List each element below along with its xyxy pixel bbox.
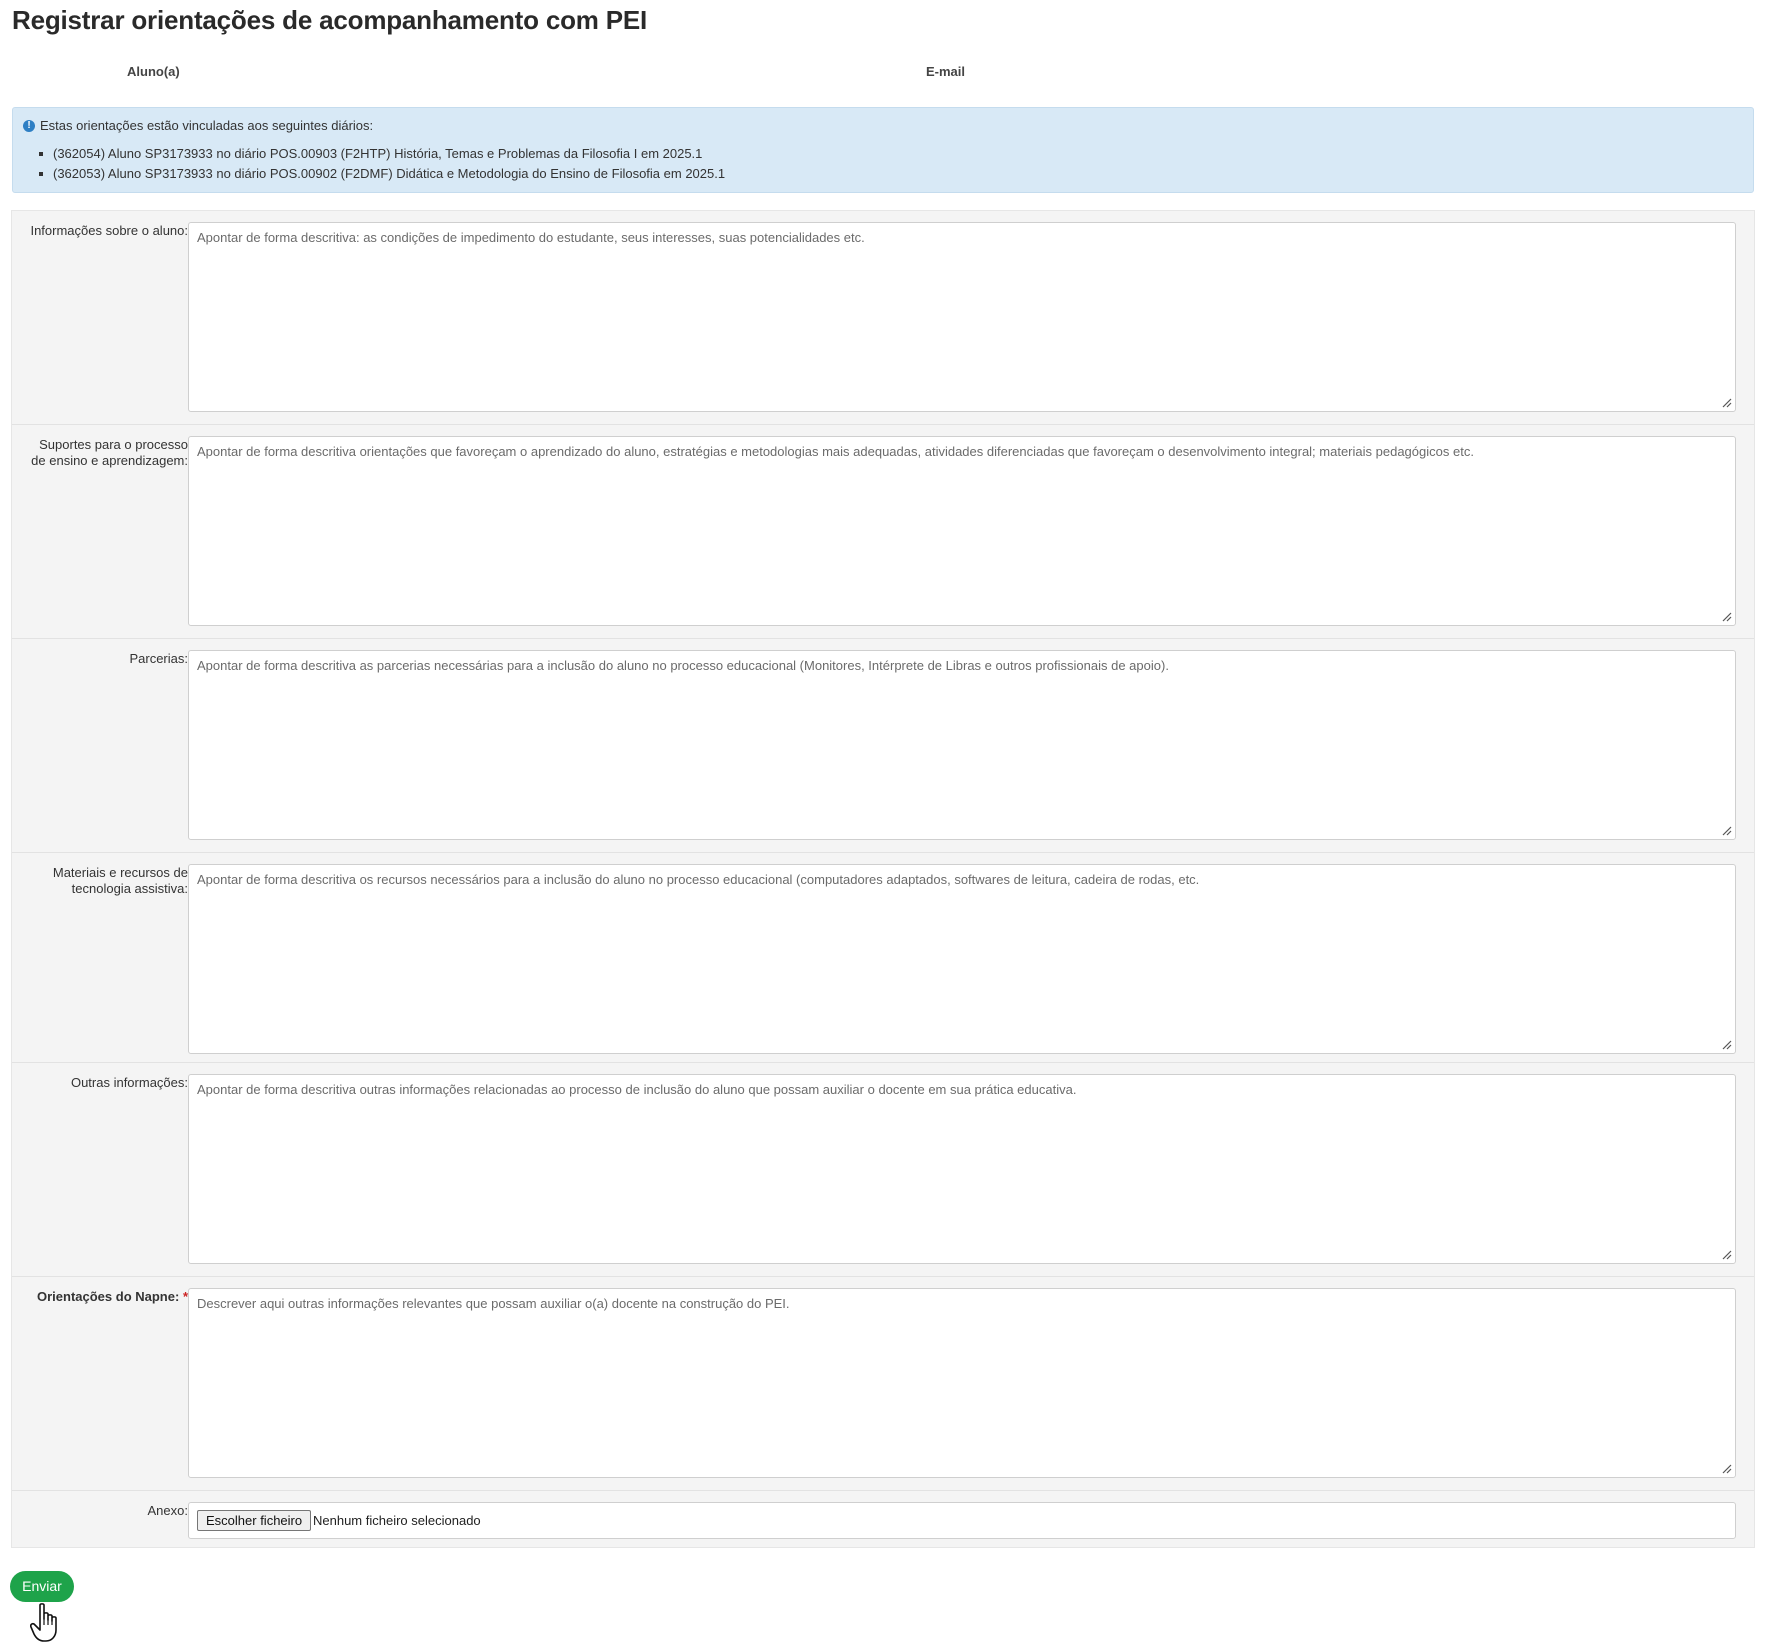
learning-support-textarea[interactable]: Apontar de forma descritiva orientações … [188, 436, 1736, 626]
napne-guidance-textarea[interactable]: Descrever aqui outras informações releva… [188, 1288, 1736, 1478]
hand-pointer-cursor-icon [30, 1603, 57, 1642]
attachment-file-input[interactable]: Escolher ficheiro Nenhum ficheiro seleci… [188, 1502, 1736, 1539]
assistive-technology-label: Materiais e recursos de tecnologia assis… [52, 865, 188, 896]
linked-diaries-info-box: ! Estas orientações estão vinculadas aos… [12, 107, 1754, 193]
learning-support-label: Suportes para o processo de ensino e apr… [31, 437, 188, 468]
partnerships-textarea[interactable]: Apontar de forma descritiva as parcerias… [188, 650, 1736, 840]
info-circle-icon: ! [23, 119, 35, 132]
napne-guidance-placeholder: Descrever aqui outras informações releva… [197, 1296, 790, 1311]
form-row-attachment: Anexo: Escolher ficheiro Nenhum ficheiro… [12, 1491, 1754, 1547]
resize-grip-icon[interactable] [1722, 1464, 1732, 1474]
page-title: Registrar orientações de acompanhamento … [12, 5, 648, 35]
partnerships-placeholder: Apontar de forma descritiva as parcerias… [197, 658, 1169, 673]
resize-grip-icon[interactable] [1722, 612, 1732, 622]
resize-grip-icon[interactable] [1722, 826, 1732, 836]
resize-grip-icon[interactable] [1722, 1040, 1732, 1050]
assistive-technology-textarea[interactable]: Apontar de forma descritiva os recursos … [188, 864, 1736, 1054]
linked-diaries-list: (362054) Aluno SP3173933 no diário POS.0… [33, 144, 725, 184]
pei-form: Informações sobre o aluno: Apontar de fo… [11, 210, 1755, 1548]
list-item: (362054) Aluno SP3173933 no diário POS.0… [38, 144, 725, 164]
other-info-label: Outras informações: [70, 1075, 188, 1090]
choose-file-button[interactable]: Escolher ficheiro [197, 1510, 312, 1531]
learning-support-placeholder: Apontar de forma descritiva orientações … [197, 444, 1474, 459]
napne-guidance-label-text: Orientações do Napne: [37, 1289, 180, 1304]
student-name-column-header: Aluno(a) [127, 64, 180, 79]
partnerships-label: Parcerias: [129, 651, 188, 666]
student-info-label: Informações sobre o aluno: [30, 223, 188, 238]
form-row-partnerships: Parcerias: Apontar de forma descritiva a… [12, 639, 1754, 853]
attachment-label: Anexo: [147, 1503, 188, 1518]
submit-button[interactable]: Enviar [10, 1571, 74, 1602]
napne-guidance-label: Orientações do Napne: * [22, 1289, 188, 1305]
other-info-textarea[interactable]: Apontar de forma descritiva outras infor… [188, 1074, 1736, 1264]
form-row-napne-guidance: Orientações do Napne: * Descrever aqui o… [12, 1277, 1754, 1491]
form-row-learning-support: Suportes para o processo de ensino e apr… [12, 425, 1754, 639]
form-row-other-info: Outras informações: Apontar de forma des… [12, 1063, 1754, 1277]
student-email-column-header: E-mail [926, 64, 966, 79]
student-info-textarea[interactable]: Apontar de forma descritiva: as condiçõe… [188, 222, 1736, 412]
info-intro-text: Estas orientações estão vinculadas aos s… [40, 118, 374, 133]
form-row-student-info: Informações sobre o aluno: Apontar de fo… [12, 211, 1754, 425]
info-intro: ! Estas orientações estão vinculadas aos… [23, 118, 373, 133]
student-info-placeholder: Apontar de forma descritiva: as condiçõe… [197, 230, 865, 245]
other-info-placeholder: Apontar de forma descritiva outras infor… [197, 1082, 1077, 1097]
resize-grip-icon[interactable] [1722, 1250, 1732, 1260]
list-item: (362053) Aluno SP3173933 no diário POS.0… [38, 164, 725, 184]
resize-grip-icon[interactable] [1722, 398, 1732, 408]
assistive-technology-placeholder: Apontar de forma descritiva os recursos … [197, 872, 1200, 887]
file-status-text: Nenhum ficheiro selecionado [313, 1513, 481, 1528]
form-row-assistive-technology: Materiais e recursos de tecnologia assis… [12, 853, 1754, 1063]
page: Registrar orientações de acompanhamento … [0, 0, 1766, 1648]
